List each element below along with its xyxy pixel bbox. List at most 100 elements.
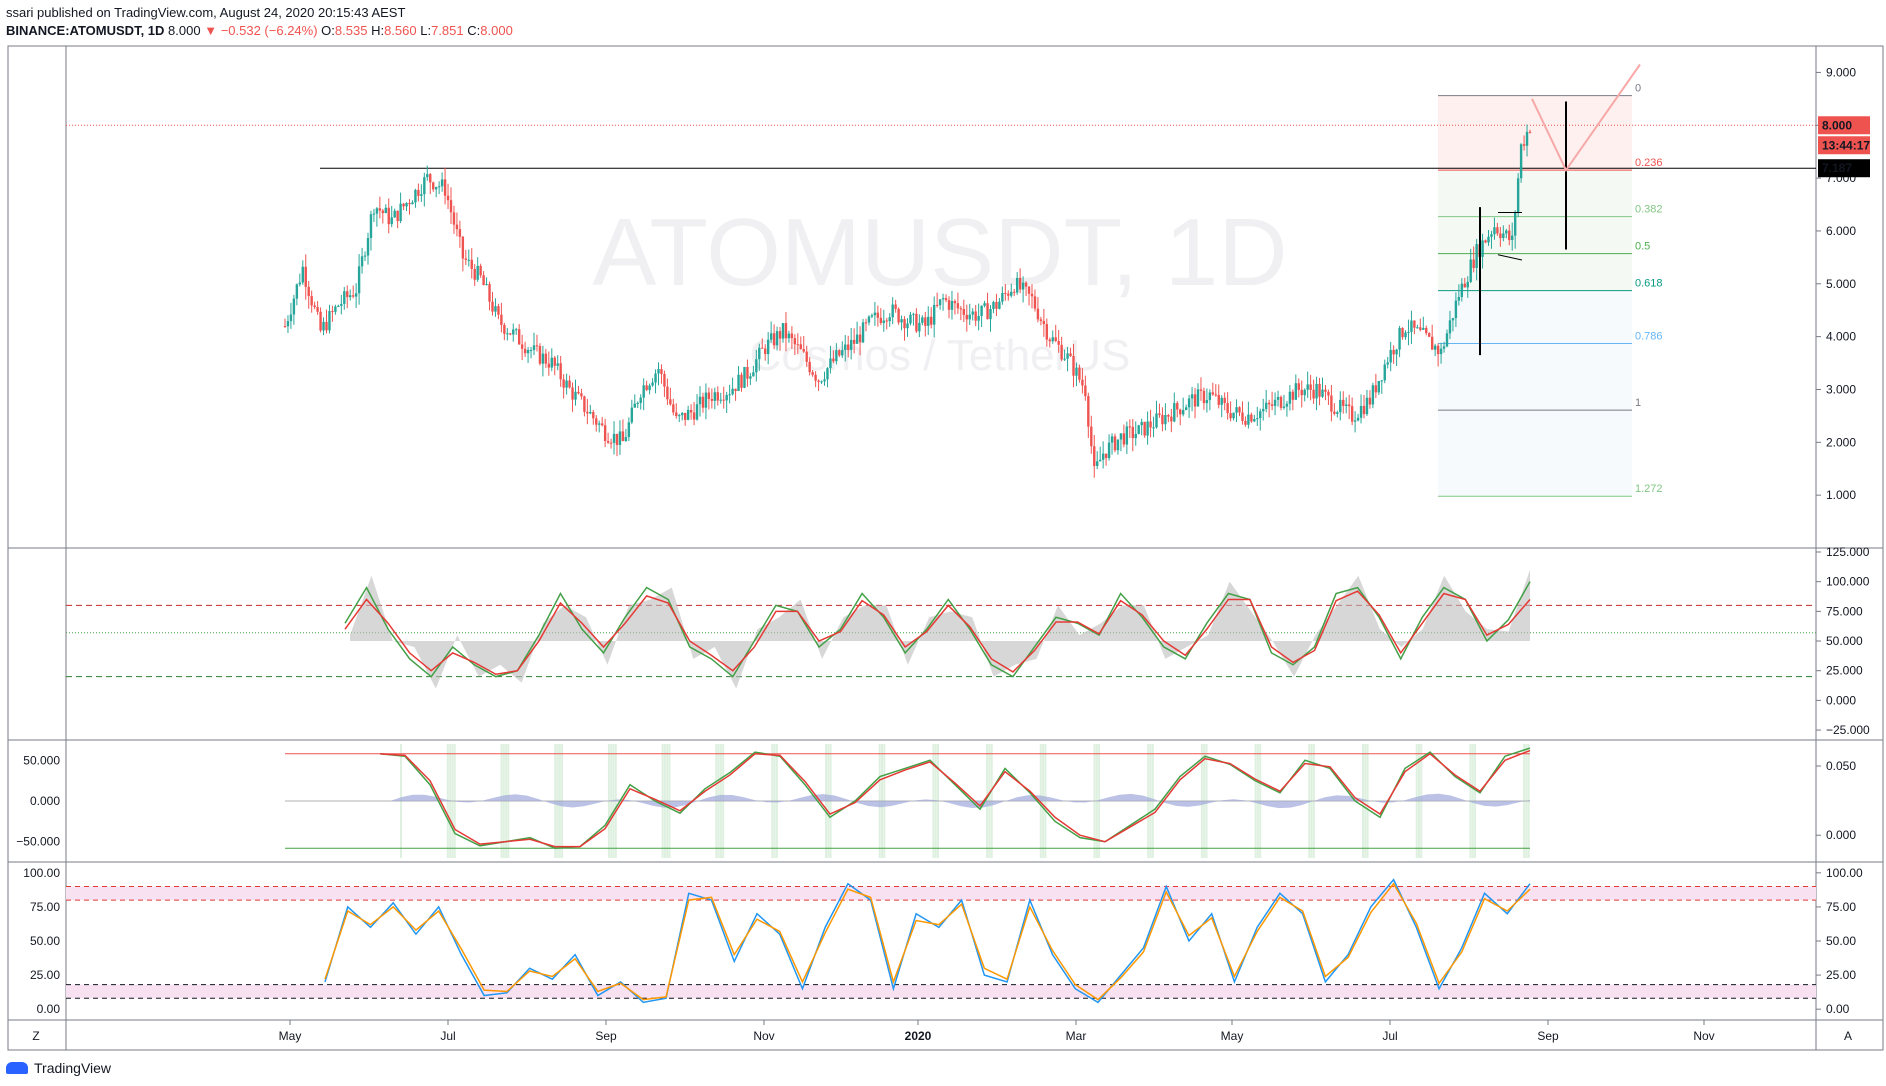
candle-body	[357, 266, 361, 294]
candle-body	[912, 313, 915, 315]
candle-body	[793, 338, 797, 345]
candle-body	[692, 412, 696, 420]
candle-body	[1173, 403, 1176, 422]
candle-body	[900, 319, 903, 323]
candle-body	[503, 324, 506, 334]
candle-body	[1048, 339, 1051, 342]
candle-body	[1407, 331, 1410, 333]
chart-canvas[interactable]: ATOMUSDT, 1D Cosmos / TetherUS 9.0008.00…	[0, 0, 1886, 1086]
tradingview-logo[interactable]: TradingView	[6, 1060, 111, 1076]
candle-body	[1107, 442, 1111, 459]
candle-body	[1469, 259, 1472, 282]
candle-body	[1004, 292, 1007, 294]
candle-body	[681, 412, 684, 416]
candle-body	[1454, 300, 1458, 319]
fib-level-label: 0	[1635, 83, 1641, 95]
candle-body	[867, 316, 871, 323]
candle-body	[1054, 337, 1057, 342]
candle-body	[873, 312, 877, 316]
candle-body	[526, 350, 530, 354]
candle-body	[310, 296, 313, 306]
oscillator-2-pane[interactable]: 50.000 0.000 −50.000 0.050 0.000	[16, 744, 1856, 858]
candle-body	[1152, 427, 1155, 429]
candle-body	[1499, 233, 1502, 239]
candle-body	[485, 284, 488, 286]
time-axis[interactable]: May Jul Sep Nov 2020 Mar May Jul Sep Nov	[279, 1020, 1715, 1043]
candle-body	[1404, 332, 1407, 338]
candle-body	[337, 305, 340, 307]
candle-body	[1081, 379, 1084, 386]
auto-scale-right-button[interactable]: A	[1836, 1024, 1860, 1046]
tradingview-logo-text: TradingView	[34, 1060, 112, 1076]
candle-body	[1306, 384, 1309, 390]
stoch-left-tick-label: 50.00	[30, 934, 60, 948]
candle-body	[452, 212, 456, 225]
candle-body	[669, 399, 672, 405]
candle-body	[820, 381, 823, 383]
candle-body	[319, 311, 322, 331]
candle-body	[1416, 327, 1419, 329]
candle-body	[1184, 407, 1188, 411]
candle-body	[565, 380, 568, 388]
osc1-tick-label: 25.000	[1826, 664, 1863, 678]
candle-body	[686, 409, 690, 420]
stochastic-pane[interactable]: 100.00 100.00 75.00 75.00 50.00 50.00 25.00 25.…	[23, 866, 1863, 1016]
osc2-left-tick-label: 50.000	[23, 753, 60, 767]
candle-body	[1131, 426, 1134, 439]
candle-body	[470, 259, 473, 269]
candle-body	[956, 303, 960, 309]
candle-body	[497, 306, 500, 315]
candle-body	[1232, 412, 1235, 419]
candle-body	[1321, 389, 1324, 397]
candle-body	[408, 202, 411, 205]
candle-body	[455, 224, 459, 230]
candle-body	[983, 303, 986, 306]
candle-body	[989, 309, 992, 320]
candle-body	[1113, 436, 1117, 451]
candle-body	[1395, 349, 1398, 355]
candle-body	[1110, 436, 1114, 443]
candle-body	[1241, 412, 1244, 421]
candle-body	[574, 391, 577, 400]
candle-body	[1466, 281, 1469, 288]
candle-body	[292, 298, 296, 315]
candle-body	[603, 425, 607, 441]
candle-body	[1066, 353, 1069, 359]
candle-body	[766, 339, 770, 355]
candle-body	[1365, 397, 1369, 415]
candle-body	[1096, 461, 1099, 466]
candle-body	[417, 189, 420, 196]
auto-scale-left-button[interactable]: Z	[24, 1024, 48, 1046]
candle-body	[479, 265, 482, 276]
stoch-right-tick-label: 0.00	[1826, 1002, 1850, 1016]
osc2-right-tick-label: 0.000	[1826, 828, 1856, 842]
candle-body	[965, 314, 968, 320]
osc2-right-tick-label: 0.050	[1826, 759, 1856, 773]
osc2-left-tick-label: −50.000	[16, 835, 60, 849]
candle-body	[304, 266, 307, 287]
candle-body	[1039, 319, 1043, 321]
candle-body	[1347, 404, 1351, 407]
candle-body	[1176, 403, 1179, 410]
candle-body	[876, 312, 880, 318]
candle-body	[384, 207, 387, 214]
candle-body	[1158, 413, 1161, 415]
candle-body	[778, 331, 782, 339]
candle-body	[903, 319, 906, 329]
oscillator-1-pane[interactable]: 125.000 100.000 75.000 50.000 25.000 0.000 −25…	[66, 545, 1870, 737]
candle-body	[1273, 399, 1277, 406]
candle-body	[1069, 353, 1072, 357]
candle-body	[396, 210, 399, 222]
candle-body	[888, 317, 891, 322]
candle-body	[935, 304, 939, 306]
candle-body	[1262, 408, 1265, 412]
time-tick-label: Nov	[753, 1029, 774, 1043]
candle-body	[1300, 389, 1303, 396]
candle-body	[340, 303, 343, 306]
candle-body	[1010, 291, 1013, 296]
candle-body	[1033, 296, 1037, 309]
candle-body	[571, 387, 574, 400]
candle-body	[1030, 293, 1034, 297]
candle-body	[944, 298, 948, 301]
candle-body	[369, 214, 373, 238]
